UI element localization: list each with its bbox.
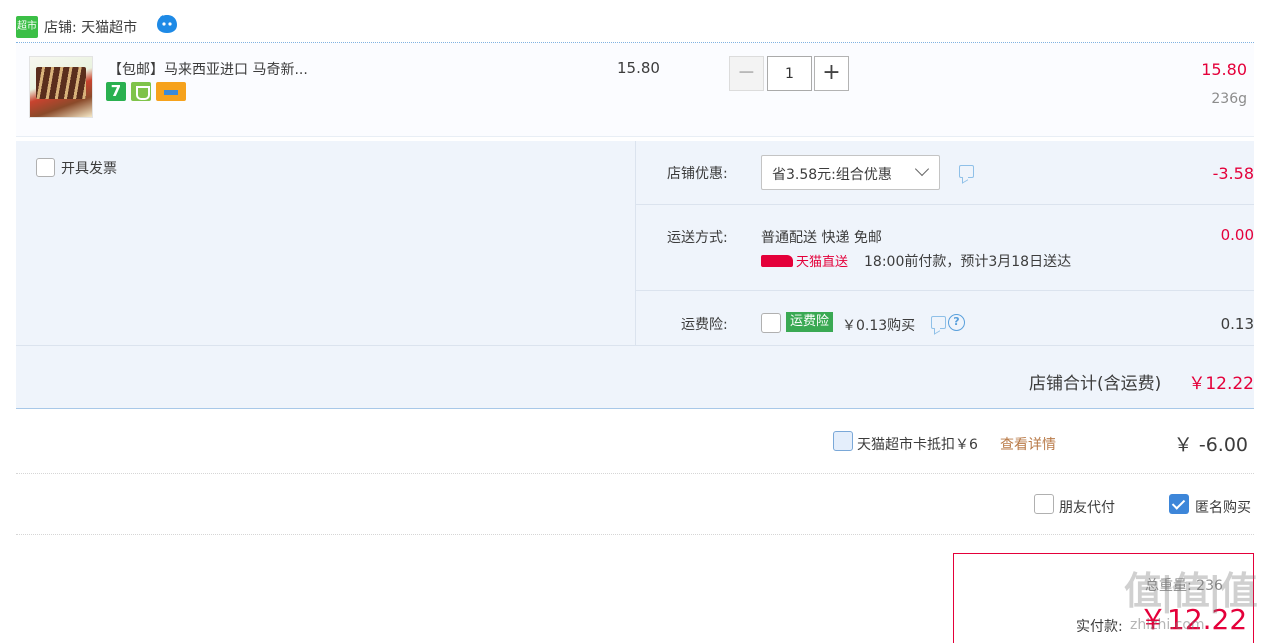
shipping-amount: 0.00	[1220, 226, 1254, 244]
product-title[interactable]: 【包邮】马来西亚进口 马奇新...	[108, 59, 308, 79]
item-subtotal: 15.80	[1201, 60, 1247, 79]
cart-item-row	[16, 43, 1254, 137]
shop-discount-value: 省3.58元:组合优惠	[772, 167, 892, 183]
shipping-eta: 18:00前付款，预计3月18日送达	[864, 254, 1072, 270]
shipping-label: 运送方式:	[667, 230, 728, 246]
message-icon[interactable]	[931, 316, 946, 329]
shop-discount-amount: -3.58	[1212, 164, 1254, 183]
friend-pay-label[interactable]: 朋友代付	[1059, 497, 1115, 517]
view-details-link[interactable]: 查看详情	[1000, 434, 1056, 454]
insurance-label: 运费险:	[681, 317, 728, 333]
wangwang-chat-icon[interactable]	[156, 14, 178, 34]
divider	[635, 141, 636, 345]
divider	[636, 290, 1254, 291]
tmall-direct-badge: 天猫直送	[761, 251, 848, 270]
product-thumbnail[interactable]	[29, 56, 93, 118]
invoice-label[interactable]: 开具发票	[61, 158, 117, 178]
anonymous-purchase-label[interactable]: 匿名购买	[1195, 497, 1251, 517]
divider	[16, 534, 1254, 535]
divider	[636, 204, 1254, 205]
invoice-checkbox[interactable]	[36, 158, 55, 177]
supermarket-card-checkbox[interactable]	[833, 431, 853, 451]
anonymous-purchase-checkbox[interactable]	[1169, 494, 1189, 514]
unit-price: 15.80	[617, 59, 660, 77]
divider	[16, 345, 1254, 346]
friend-pay-checkbox[interactable]	[1034, 494, 1054, 514]
tmall-logo-icon	[761, 255, 793, 267]
shop-discount-select[interactable]: 省3.58元:组合优惠	[761, 155, 940, 190]
shop-logo: 超市	[16, 16, 38, 38]
help-icon[interactable]: ?	[948, 314, 965, 331]
watermark-logo: 值|值|值	[1124, 569, 1258, 613]
supermarket-card-label[interactable]: 天猫超市卡抵扣￥6	[857, 434, 978, 454]
quantity-increase-button[interactable]: +	[814, 56, 849, 91]
insurance-checkbox[interactable]	[761, 313, 781, 333]
shipping-method: 普通配送 快递 免邮	[761, 230, 882, 246]
pay-amount-label: 实付款:	[1076, 619, 1123, 635]
insurance-amount: 0.13	[1220, 315, 1254, 333]
quantity-input[interactable]	[767, 56, 812, 91]
card-deduction-amount: ￥ -6.00	[1173, 434, 1248, 456]
divider	[16, 473, 1254, 474]
shop-discount-label: 店铺优惠:	[667, 166, 728, 182]
quantity-decrease-button[interactable]: −	[729, 56, 764, 91]
seven-day-return-icon: 7	[106, 82, 126, 101]
message-icon[interactable]	[959, 165, 974, 178]
shop-name[interactable]: 店铺: 天猫超市	[44, 17, 137, 37]
watermark-site: zhizhi.com	[1130, 617, 1205, 633]
credit-card-icon	[156, 82, 186, 101]
shop-total-label: 店铺合计(含运费)	[1029, 374, 1162, 394]
shop-total-value: ￥12.22	[1188, 374, 1254, 394]
insurance-tag: 运费险	[786, 312, 833, 332]
insurance-price: ￥0.13购买	[842, 318, 916, 334]
item-weight: 236g	[1211, 91, 1247, 107]
chevron-down-icon	[914, 161, 930, 177]
guarantee-icon	[131, 82, 151, 101]
